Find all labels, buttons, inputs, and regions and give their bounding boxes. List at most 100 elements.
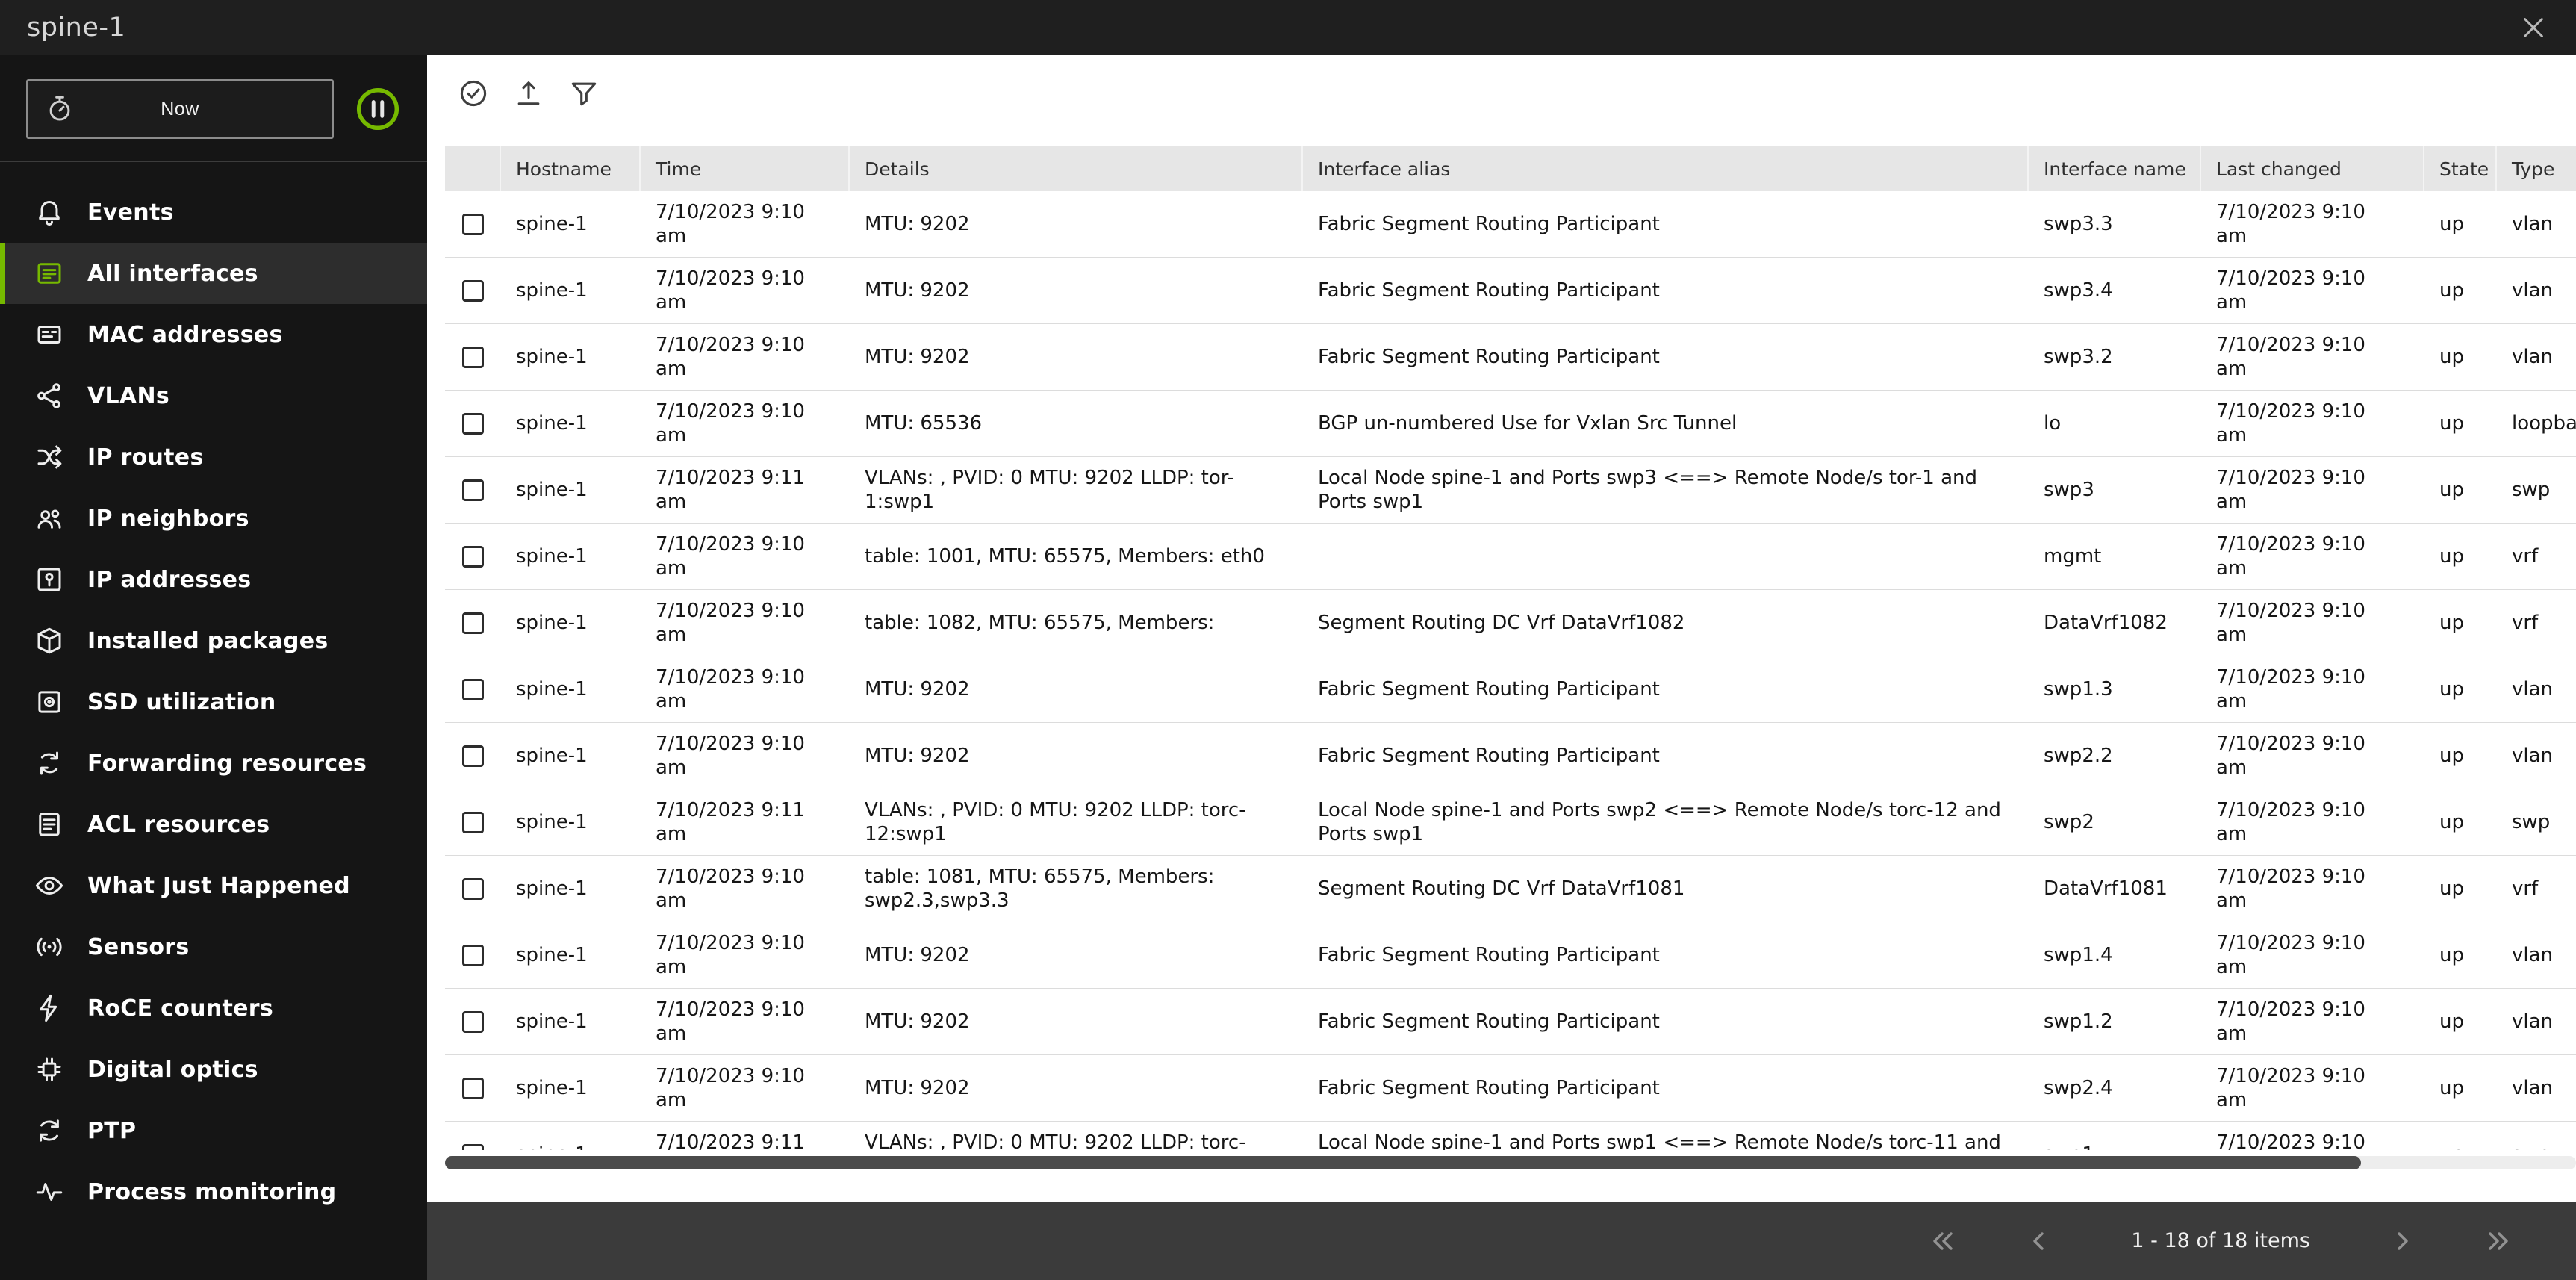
- row-checkbox[interactable]: [462, 745, 484, 767]
- row-checkbox[interactable]: [462, 347, 484, 368]
- table-row: spine-1 7/10/2023 9:10 am MTU: 9202 Fabr…: [445, 989, 2576, 1055]
- cell-time: 7/10/2023 9:11 am: [641, 789, 850, 855]
- cell-type: vrf: [2497, 590, 2576, 656]
- cell-time: 7/10/2023 9:10 am: [641, 723, 850, 789]
- horizontal-scrollbar[interactable]: [445, 1156, 2576, 1169]
- select-rows-icon[interactable]: [457, 77, 490, 110]
- column-header-hostname[interactable]: Hostname: [501, 146, 641, 191]
- cell-interface-name: swp1: [2029, 1122, 2201, 1150]
- cell-details: MTU: 9202: [850, 258, 1303, 323]
- last-page-button[interactable]: [2480, 1223, 2516, 1259]
- row-checkbox[interactable]: [462, 413, 484, 435]
- sidebar-item-ip-routes[interactable]: IP routes: [0, 426, 427, 488]
- sidebar-item-roce-counters[interactable]: RoCE counters: [0, 978, 427, 1039]
- menu-item-icon: [34, 625, 65, 656]
- table-row: spine-1 7/10/2023 9:10 am MTU: 9202 Fabr…: [445, 723, 2576, 789]
- previous-page-button[interactable]: [2020, 1223, 2056, 1259]
- cell-details: MTU: 9202: [850, 324, 1303, 390]
- sidebar-item-what-just-happened[interactable]: What Just Happened: [0, 855, 427, 916]
- table-header: HostnameTimeDetailsInterface aliasInterf…: [445, 146, 2576, 191]
- row-checkbox[interactable]: [462, 812, 484, 833]
- table-toolbar: [427, 55, 2576, 110]
- cell-details: VLANs: , PVID: 0 MTU: 9202 LLDP: torc-12…: [850, 789, 1303, 855]
- sidebar-item-ip-neighbors[interactable]: IP neighbors: [0, 488, 427, 549]
- column-header-type[interactable]: Type: [2497, 146, 2576, 191]
- cell-last-changed: 7/10/2023 9:10 am: [2201, 1055, 2424, 1121]
- sidebar-item-digital-optics[interactable]: Digital optics: [0, 1039, 427, 1100]
- timer-icon: [44, 93, 75, 125]
- column-header-last-changed[interactable]: Last changed: [2201, 146, 2424, 191]
- cell-hostname: spine-1: [501, 1055, 641, 1121]
- cell-state: up: [2424, 590, 2497, 656]
- sidebar-item-forwarding-resources[interactable]: Forwarding resources: [0, 733, 427, 794]
- cell-details: MTU: 9202: [850, 723, 1303, 789]
- horizontal-scrollbar-thumb[interactable]: [445, 1156, 2361, 1169]
- cell-interface-alias: Fabric Segment Routing Participant: [1303, 258, 2029, 323]
- cell-type: swp: [2497, 457, 2576, 523]
- export-icon[interactable]: [512, 77, 545, 110]
- pause-button[interactable]: [353, 84, 402, 134]
- column-header-interface-alias[interactable]: Interface alias: [1303, 146, 2029, 191]
- row-checkbox[interactable]: [462, 945, 484, 966]
- sidebar-item-mac-addresses[interactable]: MAC addresses: [0, 304, 427, 365]
- menu-item-label: Installed packages: [87, 628, 329, 654]
- sidebar-item-sensors[interactable]: Sensors: [0, 916, 427, 978]
- cell-state: up: [2424, 656, 2497, 722]
- next-page-button[interactable]: [2385, 1223, 2421, 1259]
- cell-interface-alias: Local Node spine-1 and Ports swp1 <==> R…: [1303, 1122, 2029, 1150]
- column-header-interface-name[interactable]: Interface name: [2029, 146, 2201, 191]
- cell-details: VLANs: , PVID: 0 MTU: 9202 LLDP: torc-11…: [850, 1122, 1303, 1150]
- menu-item-label: All interfaces: [87, 261, 258, 287]
- first-page-button[interactable]: [1925, 1223, 1961, 1259]
- cell-interface-alias: Fabric Segment Routing Participant: [1303, 723, 2029, 789]
- cell-details: table: 1082, MTU: 65575, Members:: [850, 590, 1303, 656]
- cell-interface-alias: Fabric Segment Routing Participant: [1303, 191, 2029, 257]
- row-checkbox[interactable]: [462, 612, 484, 634]
- row-checkbox[interactable]: [462, 878, 484, 900]
- cell-select: [445, 590, 501, 656]
- cell-last-changed: 7/10/2023 9:10 am: [2201, 723, 2424, 789]
- row-checkbox[interactable]: [462, 214, 484, 235]
- cell-hostname: spine-1: [501, 723, 641, 789]
- row-checkbox[interactable]: [462, 280, 484, 302]
- cell-interface-name: mgmt: [2029, 524, 2201, 589]
- row-checkbox[interactable]: [462, 679, 484, 700]
- sidebar-item-vlans[interactable]: VLANs: [0, 365, 427, 426]
- time-range-button[interactable]: Now: [26, 79, 334, 139]
- column-header-details[interactable]: Details: [850, 146, 1303, 191]
- sidebar-item-events[interactable]: Events: [0, 181, 427, 243]
- column-header-select[interactable]: [445, 146, 501, 191]
- cell-select: [445, 524, 501, 589]
- cell-type: vlan: [2497, 1055, 2576, 1121]
- cell-last-changed: 7/10/2023 9:10 am: [2201, 922, 2424, 988]
- cell-state: up: [2424, 723, 2497, 789]
- cell-interface-name: swp2: [2029, 789, 2201, 855]
- cell-select: [445, 391, 501, 456]
- table-row: spine-1 7/10/2023 9:10 am table: 1001, M…: [445, 524, 2576, 590]
- menu-item-icon: [34, 809, 65, 840]
- menu-item-label: VLANs: [87, 383, 169, 409]
- row-checkbox[interactable]: [462, 479, 484, 501]
- sidebar-item-acl-resources[interactable]: ACL resources: [0, 794, 427, 855]
- sidebar-item-all-interfaces[interactable]: All interfaces: [0, 243, 427, 304]
- cell-hostname: spine-1: [501, 856, 641, 922]
- table-row: spine-1 7/10/2023 9:10 am table: 1081, M…: [445, 856, 2576, 922]
- sidebar-item-ip-addresses[interactable]: IP addresses: [0, 549, 427, 610]
- row-checkbox[interactable]: [462, 1144, 484, 1151]
- row-checkbox[interactable]: [462, 1078, 484, 1099]
- sidebar-item-process-monitoring[interactable]: Process monitoring: [0, 1161, 427, 1222]
- cell-type: vlan: [2497, 258, 2576, 323]
- column-header-state[interactable]: State: [2424, 146, 2497, 191]
- row-checkbox[interactable]: [462, 1011, 484, 1033]
- cell-select: [445, 989, 501, 1054]
- sidebar-item-ptp[interactable]: PTP: [0, 1100, 427, 1161]
- menu-item-label: Process monitoring: [87, 1179, 336, 1205]
- sidebar: Now Events All interfaces MAC addresses …: [0, 55, 427, 1280]
- column-header-time[interactable]: Time: [641, 146, 850, 191]
- close-icon[interactable]: [2518, 12, 2549, 43]
- cell-time: 7/10/2023 9:10 am: [641, 922, 850, 988]
- row-checkbox[interactable]: [462, 546, 484, 568]
- filter-icon[interactable]: [567, 77, 600, 110]
- sidebar-item-ssd-utilization[interactable]: SSD utilization: [0, 671, 427, 733]
- sidebar-item-installed-packages[interactable]: Installed packages: [0, 610, 427, 671]
